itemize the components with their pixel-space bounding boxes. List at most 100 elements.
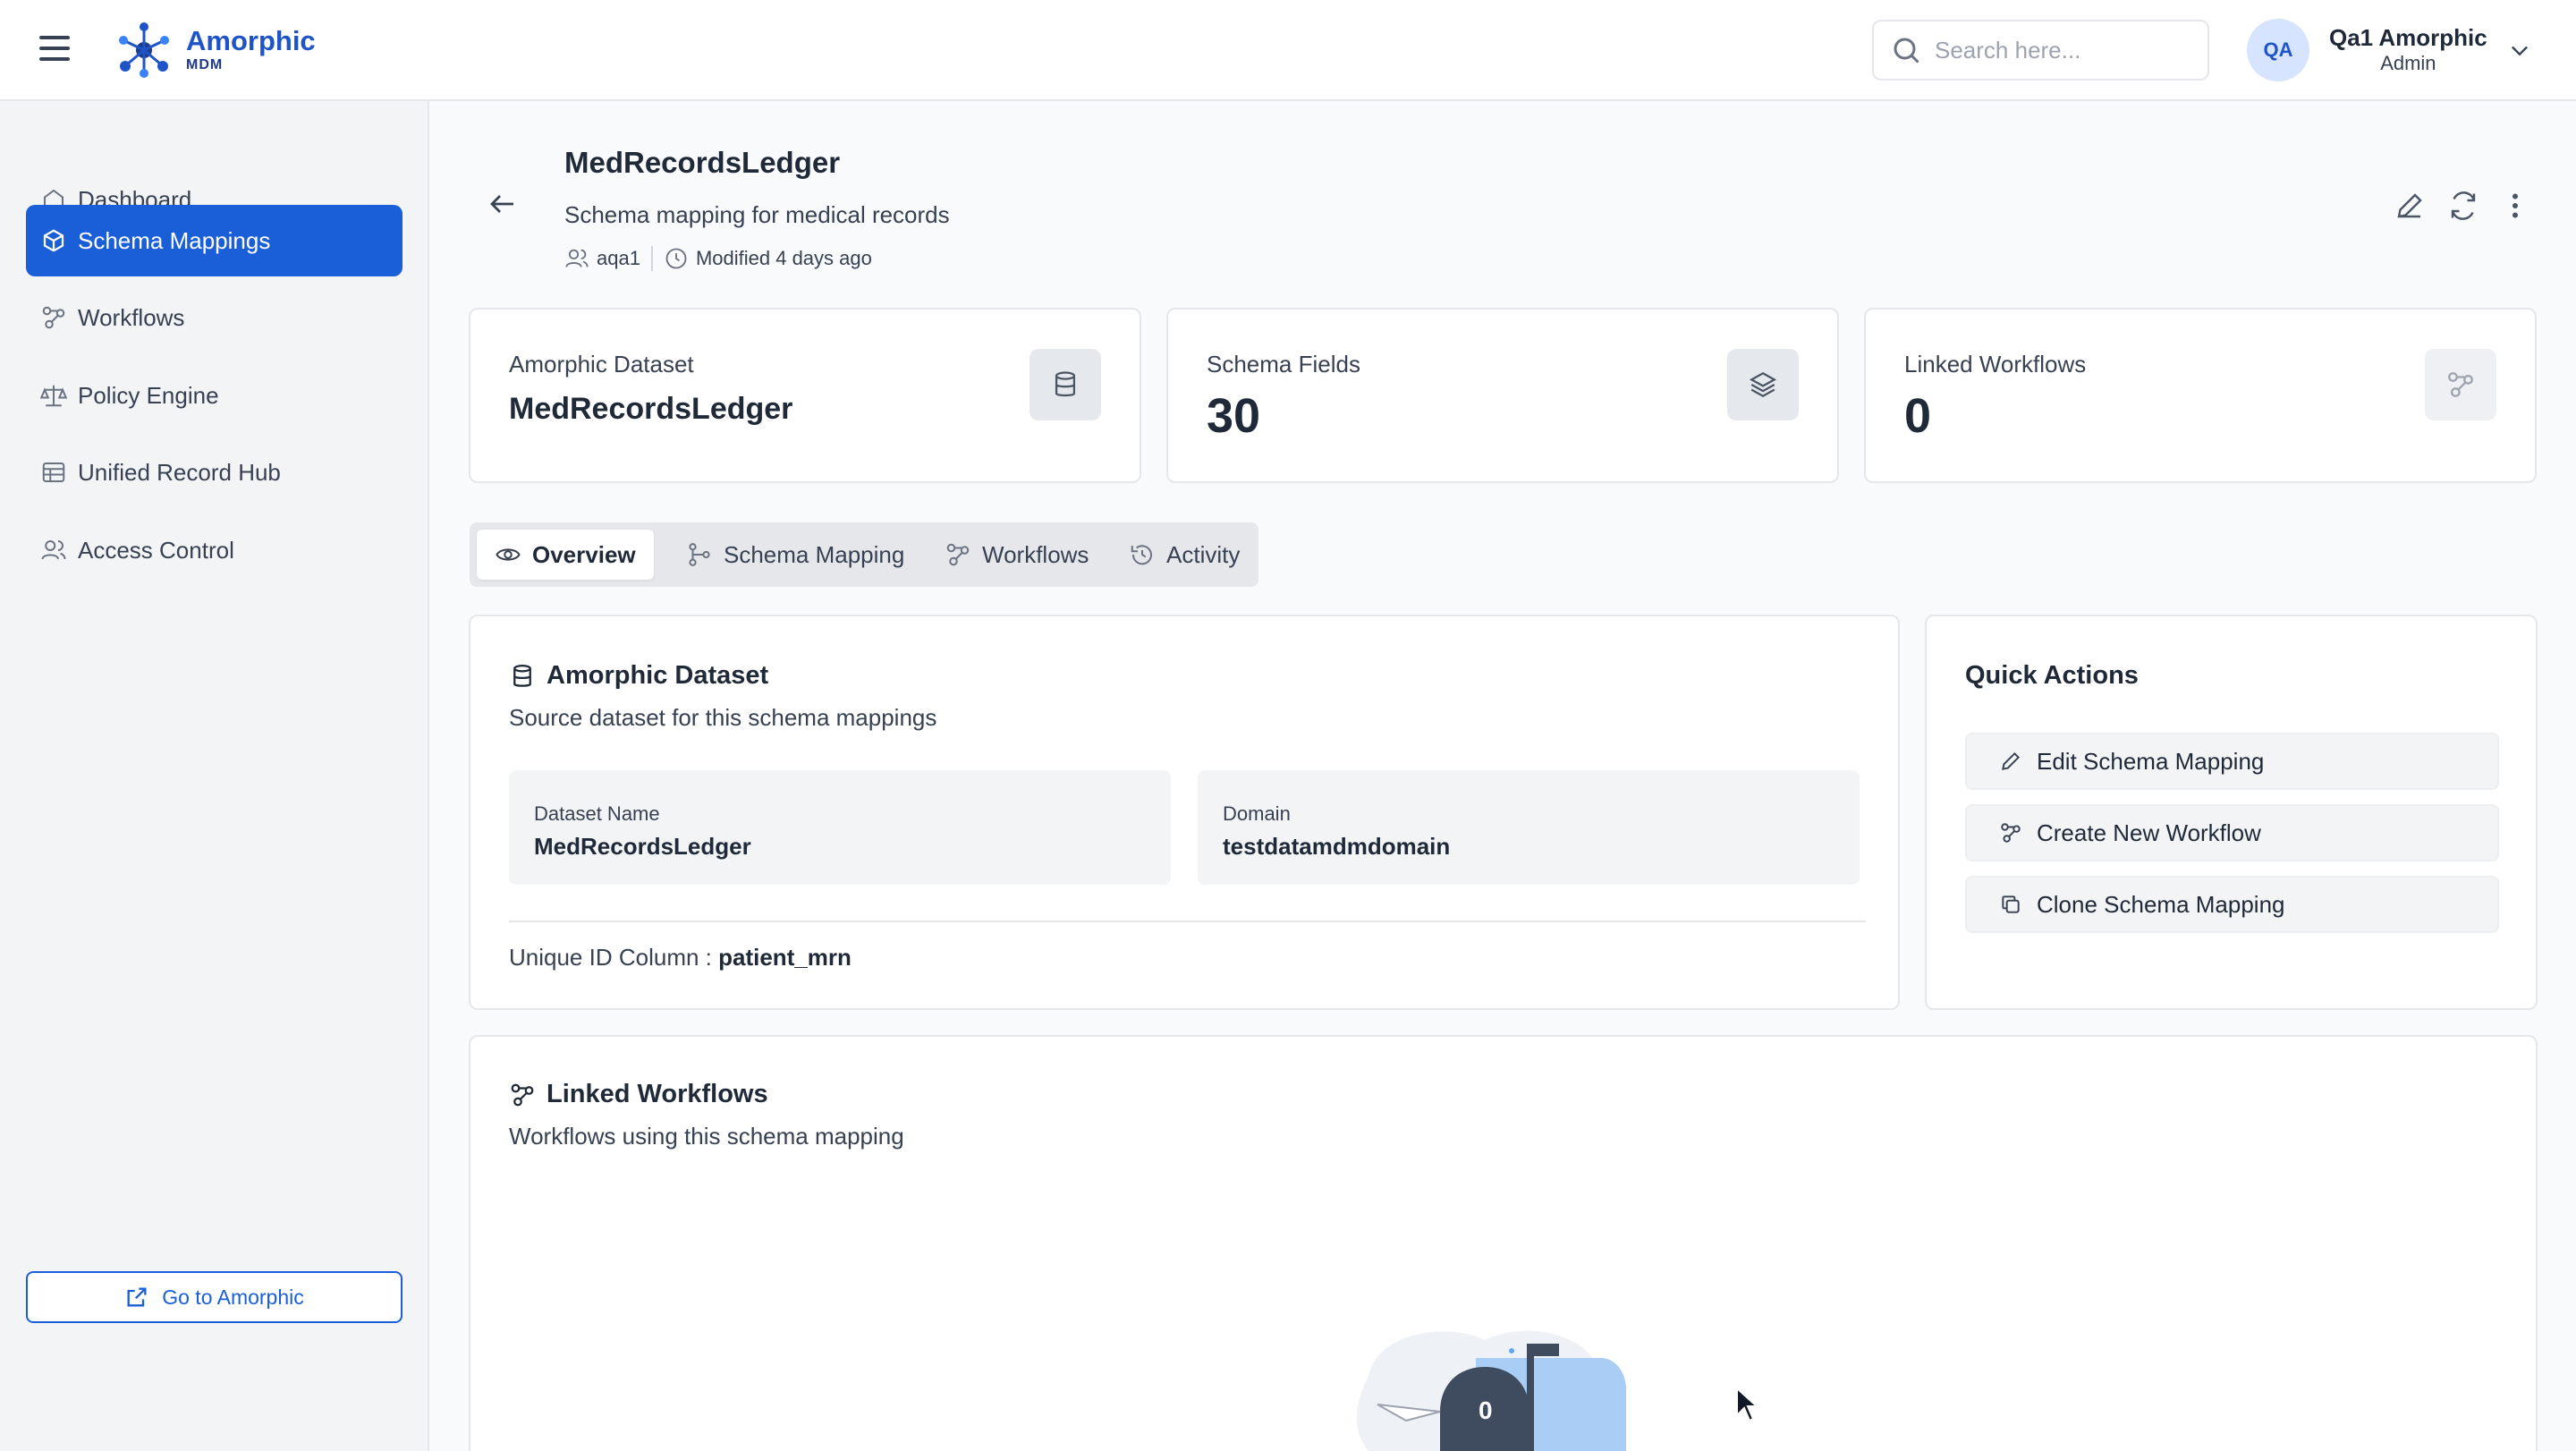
workflow-icon [946,543,970,566]
sidebar-item-label: Unified Record Hub [78,458,281,486]
tab-bar: Overview Schema Mapping Workflows Activi… [470,522,1258,587]
eye-icon [496,548,521,561]
quick-actions-panel: Quick Actions Edit Schema Mapping Create… [1925,615,2538,1010]
sidebar-item-schema-mappings[interactable]: Schema Mappings [26,205,402,276]
page-meta: aqa1 Modified 4 days ago [564,243,872,274]
tab-label: Workflows [982,540,1089,568]
users-icon [41,540,66,560]
empty-count: 0 [1479,1396,1493,1424]
logo-name: Amorphic [186,24,316,56]
edit-schema-mapping-button[interactable]: Edit Schema Mapping [1965,733,2499,790]
unique-id-label: Unique ID Column : [509,944,712,971]
panel-title: Amorphic Dataset [509,661,768,691]
quick-action-label: Clone Schema Mapping [2037,890,2285,918]
sidebar: Dashboard Schema Mappings Workflows Poli… [0,101,429,1451]
unique-id-column: Unique ID Column : patient_mrn [509,944,852,972]
app-logo[interactable]: Amorphic MDM [113,18,316,81]
pencil-icon [2002,751,2021,770]
users-icon [565,249,589,267]
tab-label: Activity [1166,540,1241,568]
chevron-down-icon[interactable] [2507,38,2532,63]
user-role: Admin [2380,52,2436,75]
stat-icon-box [1030,349,1101,420]
back-arrow-icon[interactable] [487,188,519,220]
tab-schema-mapping[interactable]: Schema Mapping [668,530,922,580]
avatar[interactable]: QA [2247,19,2309,81]
quick-actions-title: Quick Actions [1965,661,2139,690]
stat-card-schema-fields: Schema Fields 30 [1166,308,1839,483]
more-vertical-icon[interactable] [2499,190,2531,222]
workflow-icon [2001,823,2021,843]
sidebar-item-label: Schema Mappings [78,226,271,254]
sidebar-item-policy-engine[interactable]: Policy Engine [26,360,402,431]
search-input[interactable] [1935,36,2194,64]
panel-title-text: Linked Workflows [547,1080,768,1108]
info-value: testdatamdmdomain [1223,833,1451,860]
create-new-workflow-button[interactable]: Create New Workflow [1965,804,2499,861]
logo-sub: MDM [186,56,224,72]
domain-box: Domain testdatamdmdomain [1198,770,1860,885]
menu-icon[interactable] [39,36,70,64]
unique-id-value: patient_mrn [718,944,852,971]
history-icon [1131,545,1152,565]
go-to-amorphic-label: Go to Amorphic [162,1285,304,1309]
meta-divider [650,246,653,271]
info-label: Dataset Name [534,802,660,825]
workflow-icon [2448,372,2473,397]
sidebar-item-label: Policy Engine [78,381,219,409]
dataset-name-box: Dataset Name MedRecordsLedger [509,770,1171,885]
stat-card-linked-workflows: Linked Workflows 0 [1864,308,2537,483]
sidebar-item-access-control[interactable]: Access Control [26,514,402,586]
table-icon [42,462,65,482]
sidebar-item-unified-record-hub[interactable]: Unified Record Hub [26,437,402,508]
sidebar-item-workflows[interactable]: Workflows [26,282,402,353]
stat-icon-box [2425,349,2496,420]
panel-subtitle: Source dataset for this schema mappings [509,704,937,731]
owner-name: aqa1 [597,247,640,269]
quick-action-label: Edit Schema Mapping [2037,747,2265,775]
stat-label: Linked Workflows [1904,351,2087,378]
go-to-amorphic-button[interactable]: Go to Amorphic [26,1271,402,1323]
stat-label: Amorphic Dataset [509,351,694,378]
stat-value: 30 [1207,389,1261,443]
panel-subtitle: Workflows using this schema mapping [509,1123,904,1150]
stat-value: 0 [1904,389,1932,443]
user-menu[interactable]: QA Qa1 Amorphic Admin [2247,18,2532,82]
divider [509,921,1866,922]
tab-workflows[interactable]: Workflows [927,530,1106,580]
page-title: MedRecordsLedger [564,146,841,179]
page-description: Schema mapping for medical records [564,201,950,228]
panel-title-text: Amorphic Dataset [547,661,769,690]
tab-label: Schema Mapping [724,540,905,568]
layers-icon [1749,371,1777,398]
copy-icon [2002,895,2020,913]
panel-title: Linked Workflows [509,1080,768,1109]
tab-activity[interactable]: Activity [1111,530,1258,580]
info-label: Domain [1223,802,1291,825]
tab-label: Overview [532,540,636,568]
database-icon [1055,371,1076,397]
stat-icon-box [1727,349,1799,420]
workflow-icon [511,1083,534,1106]
clone-schema-mapping-button[interactable]: Clone Schema Mapping [1965,876,2499,933]
tab-overview[interactable]: Overview [477,530,654,580]
logo-icon [119,22,169,78]
stat-label: Schema Fields [1207,351,1360,378]
empty-mailbox-illustration: 0 [1356,1330,1626,1451]
modified-time: Modified 4 days ago [695,247,872,269]
stat-card-dataset: Amorphic Dataset MedRecordsLedger [469,308,1141,483]
refresh-icon[interactable] [2447,190,2479,222]
search-box[interactable] [1872,20,2209,81]
dataset-panel: Amorphic Dataset Source dataset for this… [469,615,1900,1010]
search-icon [1894,38,1919,64]
external-link-icon [127,1287,147,1307]
mouse-cursor-icon [1736,1387,1759,1422]
quick-action-label: Create New Workflow [2037,819,2261,846]
info-value: MedRecordsLedger [534,833,751,860]
edit-icon[interactable] [2394,190,2426,222]
workflow-icon [42,306,65,329]
database-icon [513,664,531,687]
sidebar-item-label: Access Control [78,536,234,564]
git-branch-icon [689,543,710,566]
sidebar-item-label: Workflows [78,303,185,331]
